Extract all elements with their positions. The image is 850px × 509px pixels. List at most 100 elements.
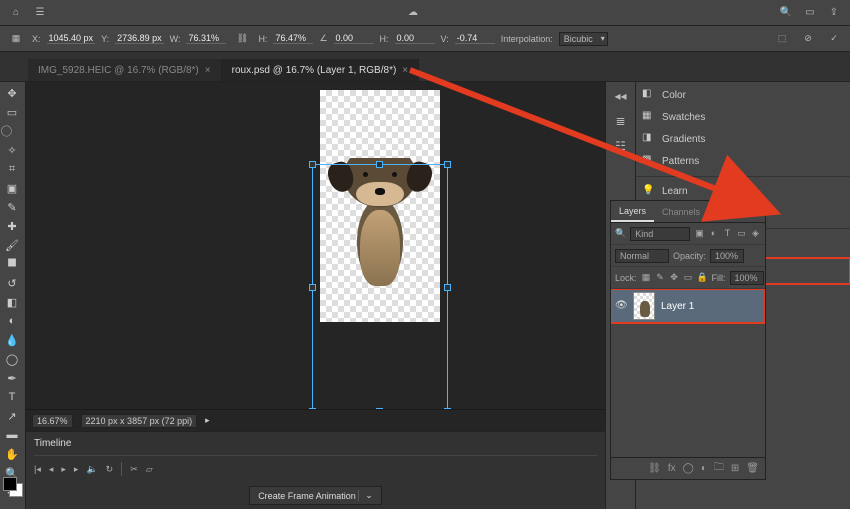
heal-tool-icon[interactable]: ✚ [0, 217, 24, 235]
value-angle[interactable]: 0.00 [334, 33, 374, 44]
home-icon[interactable]: ⌂ [6, 4, 26, 22]
options-bar: ▦ X: 1045.40 px Y: 2736.89 px W: 76.31% … [0, 26, 850, 52]
next-frame-icon[interactable]: ▸ [74, 464, 79, 475]
panel-menu-icon[interactable]: ≡ [764, 207, 777, 217]
collapse-icon[interactable]: ▸▸ [747, 206, 764, 217]
fill-label: Fill: [712, 273, 726, 283]
path-tool-icon[interactable]: ↗ [0, 407, 24, 425]
cloud-icon[interactable]: ☁ [403, 4, 423, 22]
chevron-right-icon[interactable]: ▸ [205, 415, 210, 426]
value-skew-v[interactable]: -0.74 [455, 33, 495, 44]
panel-gradients[interactable]: ◨Gradients [636, 128, 850, 150]
wand-tool-icon[interactable]: ✧ [0, 141, 24, 159]
workspace-icon[interactable]: ▭ [800, 4, 820, 22]
blend-mode-select[interactable]: Normal [615, 249, 669, 263]
panel-learn[interactable]: 💡Learn [636, 176, 850, 202]
label-w: W: [170, 34, 181, 44]
layer-name[interactable]: Layer 1 [661, 301, 694, 312]
crop-tool-icon[interactable]: ⌗ [0, 160, 24, 178]
panel-patterns[interactable]: ▩Patterns [636, 150, 850, 172]
document-tab[interactable]: IMG_5928.HEIC @ 16.7% (RGB/8*) × [28, 59, 222, 81]
fx-icon[interactable]: fx [668, 463, 676, 474]
fill-field[interactable]: 100% [730, 271, 764, 285]
audio-icon[interactable]: 🔈 [86, 464, 97, 475]
filter-icons[interactable]: ▣◐T▭◈ [694, 228, 761, 239]
adjustment-layer-icon[interactable]: ◐ [701, 463, 707, 474]
move-tool-icon[interactable]: ✥ [0, 84, 24, 102]
panel-color[interactable]: ◧Color [636, 84, 850, 106]
value-skew-h[interactable]: 0.00 [395, 33, 435, 44]
tab-channels[interactable]: Channels [654, 203, 708, 221]
menu-icon[interactable]: ☰ [30, 4, 50, 22]
doc-info[interactable]: 2210 px x 3857 px (72 ppi) [81, 414, 198, 428]
frame-tool-icon[interactable]: ▣ [0, 179, 24, 197]
hand-tool-icon[interactable]: ✋ [0, 445, 24, 463]
scissors-icon[interactable]: ✂ [130, 464, 138, 475]
expand-icon[interactable]: ◂◂ [609, 85, 633, 107]
link-icon[interactable]: ⛓ [232, 30, 252, 48]
properties-icon[interactable]: ☷ [609, 135, 633, 157]
new-layer-icon[interactable]: ⊞ [731, 463, 739, 474]
layer-row[interactable]: 👁 Layer 1 [611, 289, 765, 323]
label-angle: ∠ [319, 33, 327, 44]
search-icon[interactable]: 🔍 [776, 4, 796, 22]
marquee-tool-icon[interactable]: ▭ [0, 103, 24, 121]
lock-icons[interactable]: ▦✎✥▭🔒 [641, 272, 708, 283]
timeline-panel: Timeline |◂ ◂ ▸ ▸ 🔈 ↻ ✂ ▱ Create Frame A… [26, 431, 605, 509]
link-layers-icon[interactable]: ⛓ [648, 463, 661, 474]
pen-tool-icon[interactable]: ✒ [0, 369, 24, 387]
interpolation-select[interactable]: Bicubic [559, 32, 608, 46]
play-icon[interactable]: ▸ [61, 464, 66, 475]
brush-tool-icon[interactable]: 🖌 [0, 236, 24, 254]
label-x: X: [32, 34, 41, 44]
cancel-icon[interactable]: ⊘ [798, 30, 818, 48]
toolbar: ✥ ▭ ⃝ ✧ ⌗ ▣ ✎ ✚ 🖌 ⯀ ↺ ◧ ◐ 💧 ◯ ✒ T ↗ ▬ ✋ … [0, 82, 26, 509]
share-icon[interactable]: ⇪ [824, 4, 844, 22]
layers-panel: Layers Channels Paths ▸▸ ≡ 🔍 Kind ▣◐T▭◈ … [610, 200, 766, 480]
group-icon[interactable]: 🗀 [714, 460, 724, 477]
filter-kind-icon[interactable]: 🔍 [615, 228, 626, 239]
first-frame-icon[interactable]: |◂ [34, 464, 41, 475]
eraser-tool-icon[interactable]: ◧ [0, 293, 24, 311]
document-tabs: IMG_5928.HEIC @ 16.7% (RGB/8*) × roux.ps… [0, 52, 850, 82]
history-icon[interactable]: ≣ [609, 110, 633, 132]
loop-icon[interactable]: ↻ [106, 464, 114, 475]
tab-layers[interactable]: Layers [611, 202, 654, 222]
opacity-field[interactable]: 100% [710, 249, 744, 263]
stamp-tool-icon[interactable]: ⯀ [0, 255, 24, 273]
shape-tool-icon[interactable]: ▬ [0, 426, 24, 444]
dodge-tool-icon[interactable]: ◯ [0, 350, 24, 368]
filter-kind-select[interactable]: Kind [630, 227, 690, 241]
close-icon[interactable]: × [205, 65, 211, 76]
image-content [335, 158, 425, 318]
status-bar: 16.67% 2210 px x 3857 px (72 ppi) ▸ [26, 409, 605, 431]
trash-icon[interactable]: 🗑 [746, 463, 759, 474]
lasso-tool-icon[interactable]: ⃝ [0, 122, 24, 140]
value-h[interactable]: 76.47% [273, 33, 313, 44]
warp-icon[interactable]: ⬚ [772, 30, 792, 48]
commit-icon[interactable]: ✓ [824, 30, 844, 48]
value-x[interactable]: 1045.40 px [47, 33, 96, 44]
history-brush-icon[interactable]: ↺ [0, 274, 24, 292]
canvas-area[interactable] [26, 82, 605, 409]
value-y[interactable]: 2736.89 px [115, 33, 164, 44]
prev-frame-icon[interactable]: ◂ [49, 464, 54, 475]
zoom-field[interactable]: 16.67% [32, 414, 73, 428]
visibility-icon[interactable]: 👁 [615, 300, 627, 312]
transition-icon[interactable]: ▱ [146, 464, 153, 475]
document-tab[interactable]: roux.psd @ 16.7% (Layer 1, RGB/8*) × [222, 59, 420, 81]
gradient-tool-icon[interactable]: ◐ [0, 312, 24, 330]
layer-thumbnail[interactable] [633, 292, 655, 320]
close-icon[interactable]: × [402, 65, 408, 76]
value-w[interactable]: 76.31% [186, 33, 226, 44]
mask-icon[interactable]: ◯ [683, 463, 694, 474]
label-h: H: [258, 34, 267, 44]
type-tool-icon[interactable]: T [0, 388, 24, 406]
blur-tool-icon[interactable]: 💧 [0, 331, 24, 349]
reference-point-icon[interactable]: ▦ [6, 30, 26, 48]
create-frame-button[interactable]: Create Frame Animation ⌄ [249, 486, 382, 505]
eyedropper-tool-icon[interactable]: ✎ [0, 198, 24, 216]
tab-paths[interactable]: Paths [708, 203, 747, 221]
chevron-down-icon[interactable]: ⌄ [358, 490, 373, 501]
panel-swatches[interactable]: ▦Swatches [636, 106, 850, 128]
